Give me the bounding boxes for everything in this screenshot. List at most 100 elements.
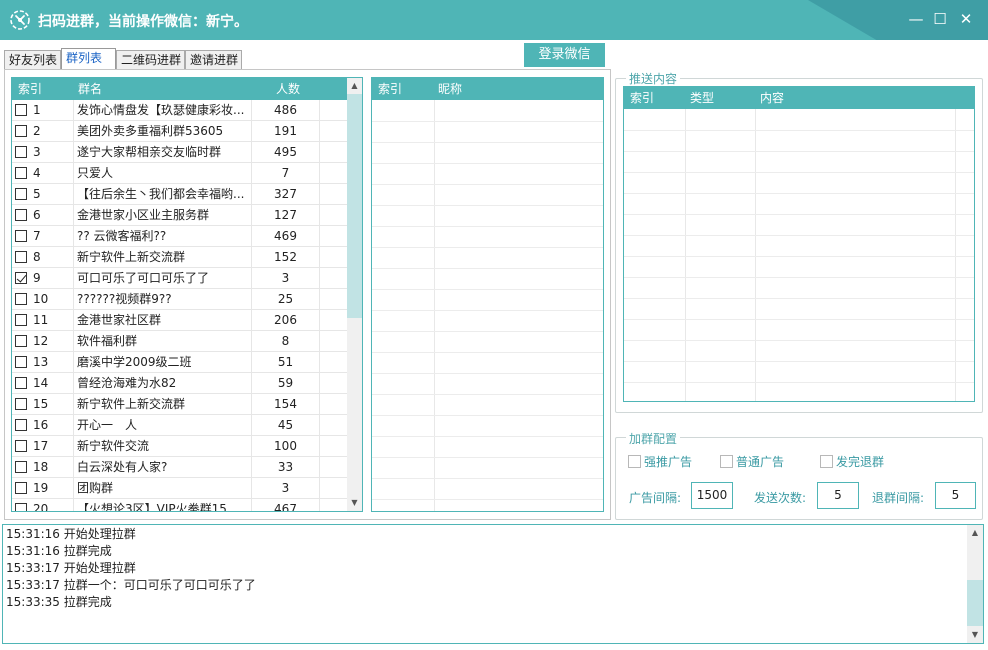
scrollbar-thumb[interactable]: [347, 94, 362, 318]
row-checkbox[interactable]: [15, 104, 27, 116]
table-row[interactable]: 17 新宁软件交流 100: [12, 436, 347, 457]
row-index: 19: [33, 481, 49, 495]
table-row[interactable]: 7 ?? 云微客福利?? 469: [12, 226, 347, 247]
row-index-cell: 19: [12, 478, 74, 499]
scroll-down-arrow-icon[interactable]: ▼: [347, 496, 362, 510]
row-index: 17: [33, 439, 49, 453]
log-scrollbar[interactable]: ▲ ▼: [967, 525, 983, 643]
scrollbar-thumb[interactable]: [967, 580, 983, 626]
send-count-input[interactable]: 5: [817, 482, 859, 509]
row-checkbox-checked[interactable]: [15, 272, 27, 284]
col-header-nickname[interactable]: 昵称: [438, 78, 462, 100]
normal-ad-checkbox[interactable]: 普通广告: [720, 455, 784, 469]
table-row[interactable]: 19 团购群 3: [12, 478, 347, 499]
col-header-type[interactable]: 类型: [690, 87, 714, 109]
join-config-title: 加群配置: [626, 430, 681, 447]
empty-cell: [320, 352, 347, 373]
table-row[interactable]: 9 可口可乐了可口可乐了了 3: [12, 268, 347, 289]
table-row[interactable]: 1 发饰心情盘发【玖瑟健康彩妆... 486: [12, 100, 347, 121]
row-checkbox[interactable]: [15, 146, 27, 158]
row-checkbox[interactable]: [15, 188, 27, 200]
empty-cell: [320, 247, 347, 268]
row-index: 5: [33, 187, 41, 201]
table-row[interactable]: 4 只爱人 7: [12, 163, 347, 184]
table-row[interactable]: 14 曾经沧海难为水82 59: [12, 373, 347, 394]
row-index-cell: 10: [12, 289, 74, 310]
col-header-member-count[interactable]: 人数: [276, 78, 300, 100]
grid-line: [624, 151, 974, 152]
member-count-cell: 3: [252, 478, 320, 499]
row-checkbox[interactable]: [15, 251, 27, 263]
table-row[interactable]: 10 ??????视频群9?? 25: [12, 289, 347, 310]
col-header-index[interactable]: 索引: [630, 87, 654, 109]
empty-cell: [320, 310, 347, 331]
col-header-index[interactable]: 索引: [18, 78, 42, 100]
table-row[interactable]: 6 金港世家小区业主服务群 127: [12, 205, 347, 226]
group-table-scrollbar[interactable]: ▲ ▼: [347, 78, 362, 511]
force-ad-checkbox[interactable]: 强推广告: [628, 455, 692, 469]
row-checkbox[interactable]: [15, 398, 27, 410]
table-row[interactable]: 8 新宁软件上新交流群 152: [12, 247, 347, 268]
row-index-cell: 8: [12, 247, 74, 268]
row-checkbox[interactable]: [15, 356, 27, 368]
scroll-up-arrow-icon[interactable]: ▲: [347, 79, 362, 93]
grid-line: [434, 100, 435, 511]
row-index: 16: [33, 418, 49, 432]
log-line: 15:31:16 开始处理拉群: [6, 527, 136, 541]
group-name-cell: 软件福利群: [74, 331, 252, 352]
scroll-down-arrow-icon[interactable]: ▼: [967, 628, 983, 642]
table-row[interactable]: 3 遂宁大家帮相亲交友临时群 495: [12, 142, 347, 163]
table-row[interactable]: 11 金港世家社区群 206: [12, 310, 347, 331]
row-checkbox[interactable]: [15, 482, 27, 494]
login-wechat-button[interactable]: 登录微信: [524, 43, 605, 67]
tab-qrcode-join[interactable]: 二维码进群: [116, 50, 185, 70]
close-button[interactable]: ✕: [957, 10, 975, 28]
log-line: 15:33:17 拉群一个：可口可乐了可口可乐了了: [6, 578, 256, 592]
table-row[interactable]: 13 磨溪中学2009级二班 51: [12, 352, 347, 373]
row-index-cell: 5: [12, 184, 74, 205]
table-row[interactable]: 12 软件福利群 8: [12, 331, 347, 352]
row-checkbox[interactable]: [15, 167, 27, 179]
normal-ad-label: 普通广告: [736, 455, 785, 469]
table-row[interactable]: 5 【往后余生丶我们都会幸福哟... 327: [12, 184, 347, 205]
row-index: 1: [33, 103, 41, 117]
ad-interval-input[interactable]: 1500: [691, 482, 733, 509]
col-header-content[interactable]: 内容: [760, 87, 784, 109]
tab-group-list[interactable]: 群列表: [61, 48, 116, 70]
tab-friend-list[interactable]: 好友列表: [4, 50, 61, 70]
quit-after-send-checkbox[interactable]: 发完退群: [820, 455, 884, 469]
row-checkbox[interactable]: [15, 314, 27, 326]
push-content-title: 推送内容: [626, 70, 681, 87]
maximize-button[interactable]: ☐: [931, 10, 949, 28]
minimize-button[interactable]: —: [907, 10, 925, 28]
grid-line: [685, 109, 686, 401]
col-header-index[interactable]: 索引: [378, 78, 402, 100]
row-checkbox[interactable]: [15, 293, 27, 305]
row-checkbox[interactable]: [15, 377, 27, 389]
group-name-cell: ?? 云微客福利??: [74, 226, 252, 247]
row-checkbox[interactable]: [15, 461, 27, 473]
checkbox-box[interactable]: [820, 455, 833, 468]
row-checkbox[interactable]: [15, 125, 27, 137]
scroll-up-arrow-icon[interactable]: ▲: [967, 526, 983, 540]
row-checkbox[interactable]: [15, 209, 27, 221]
tab-invite-join[interactable]: 邀请进群: [185, 50, 242, 70]
row-index-cell: 18: [12, 457, 74, 478]
row-checkbox[interactable]: [15, 335, 27, 347]
quit-interval-input[interactable]: 5: [935, 482, 976, 509]
checkbox-box[interactable]: [720, 455, 733, 468]
table-row[interactable]: 18 白云深处有人家? 33: [12, 457, 347, 478]
row-checkbox[interactable]: [15, 440, 27, 452]
group-name-cell: 【往后余生丶我们都会幸福哟...: [74, 184, 252, 205]
row-checkbox[interactable]: [15, 230, 27, 242]
table-row[interactable]: 15 新宁软件上新交流群 154: [12, 394, 347, 415]
col-header-group-name[interactable]: 群名: [78, 78, 102, 100]
table-row[interactable]: 2 美团外卖多重福利群53605 191: [12, 121, 347, 142]
table-row[interactable]: 16 开心一 人 45: [12, 415, 347, 436]
checkbox-box[interactable]: [628, 455, 641, 468]
row-checkbox[interactable]: [15, 503, 27, 511]
table-row[interactable]: 20 【火想论3区】VIP火拳群15 467: [12, 499, 347, 511]
log-output[interactable]: 15:31:16 开始处理拉群 15:31:16 拉群完成 15:33:17 开…: [2, 524, 984, 644]
member-count-cell: 191: [252, 121, 320, 142]
row-checkbox[interactable]: [15, 419, 27, 431]
